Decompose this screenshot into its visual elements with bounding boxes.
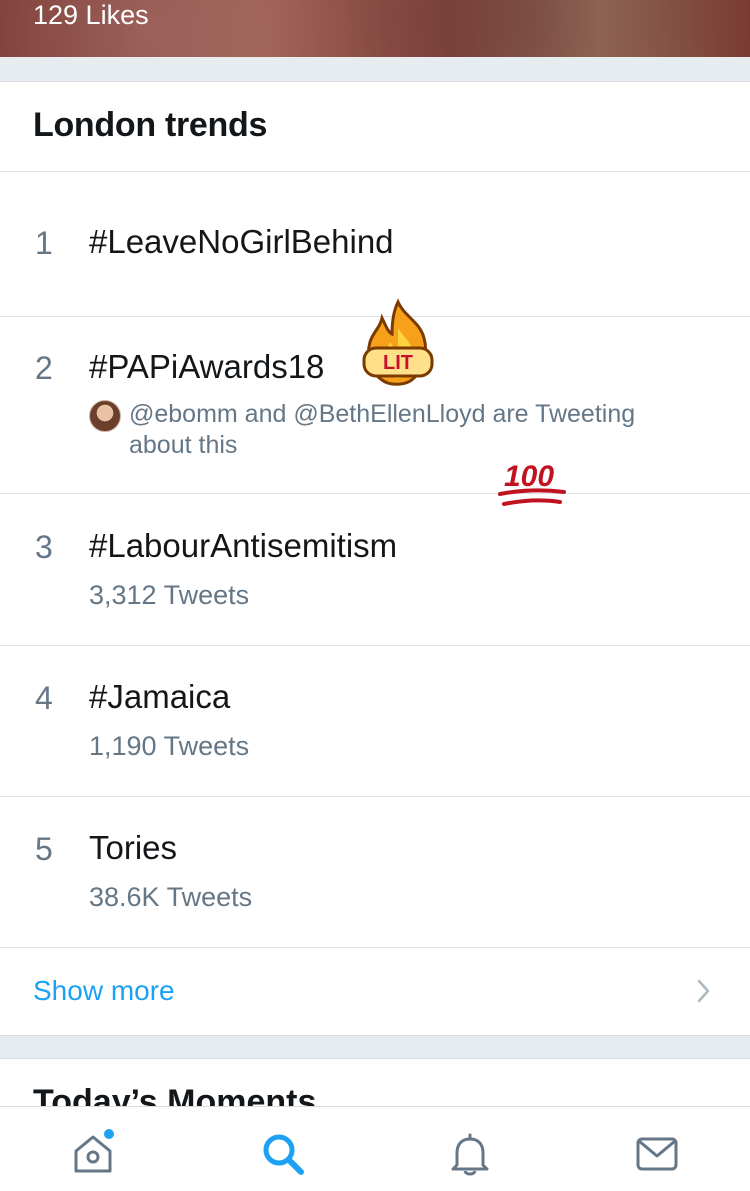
bell-icon: [451, 1133, 489, 1176]
trend-name: #LabourAntisemitism: [89, 527, 398, 564]
divider: [0, 947, 750, 948]
lit-fire-sticker: LIT: [362, 298, 434, 386]
tab-home[interactable]: [68, 1129, 118, 1179]
mail-icon: [636, 1137, 678, 1171]
trend-tweet-count: 1,190 Tweets: [89, 731, 250, 761]
trend-rank: 5: [35, 831, 53, 867]
lit-sticker-label: LIT: [383, 352, 413, 374]
bottom-tab-bar: [0, 1106, 750, 1191]
tab-notifications[interactable]: [445, 1129, 495, 1179]
avatar: [89, 400, 121, 432]
trend-name: Tories: [89, 829, 178, 866]
trend-name: #LeaveNoGirlBehind: [89, 223, 394, 260]
trends-card: London trends 1 #LeaveNoGirlBehind 2 #PA…: [0, 81, 750, 1036]
likes-count[interactable]: 129 Likes: [33, 0, 149, 31]
trends-title: London trends: [33, 106, 268, 144]
divider: [0, 493, 750, 494]
tab-search[interactable]: [258, 1129, 308, 1179]
show-more-link[interactable]: Show more: [33, 975, 175, 1007]
divider: [0, 171, 750, 172]
tab-messages[interactable]: [632, 1129, 682, 1179]
divider: [0, 796, 750, 797]
trend-name: #Jamaica: [89, 678, 231, 715]
tweet-media-banner[interactable]: 129 Likes: [0, 0, 750, 57]
search-icon: [263, 1134, 304, 1175]
trend-tweet-count: 38.6K Tweets: [89, 882, 253, 912]
trend-rank: 3: [35, 529, 53, 565]
trend-rank: 4: [35, 680, 53, 716]
trend-tweet-count: 3,312 Tweets: [89, 580, 250, 610]
trend-rank: 2: [35, 350, 53, 386]
chevron-right-icon: [697, 979, 710, 1003]
divider: [0, 645, 750, 646]
notification-dot: [104, 1129, 114, 1139]
home-icon: [74, 1129, 114, 1173]
trend-name: #PAPiAwards18: [89, 348, 325, 385]
hundred-sticker-label: 100: [504, 460, 554, 493]
trend-rank: 1: [35, 225, 53, 261]
trend-context: @ebomm and @BethEllenLloyd are Tweeting …: [129, 400, 636, 459]
hundred-points-sticker: 100: [498, 460, 566, 506]
